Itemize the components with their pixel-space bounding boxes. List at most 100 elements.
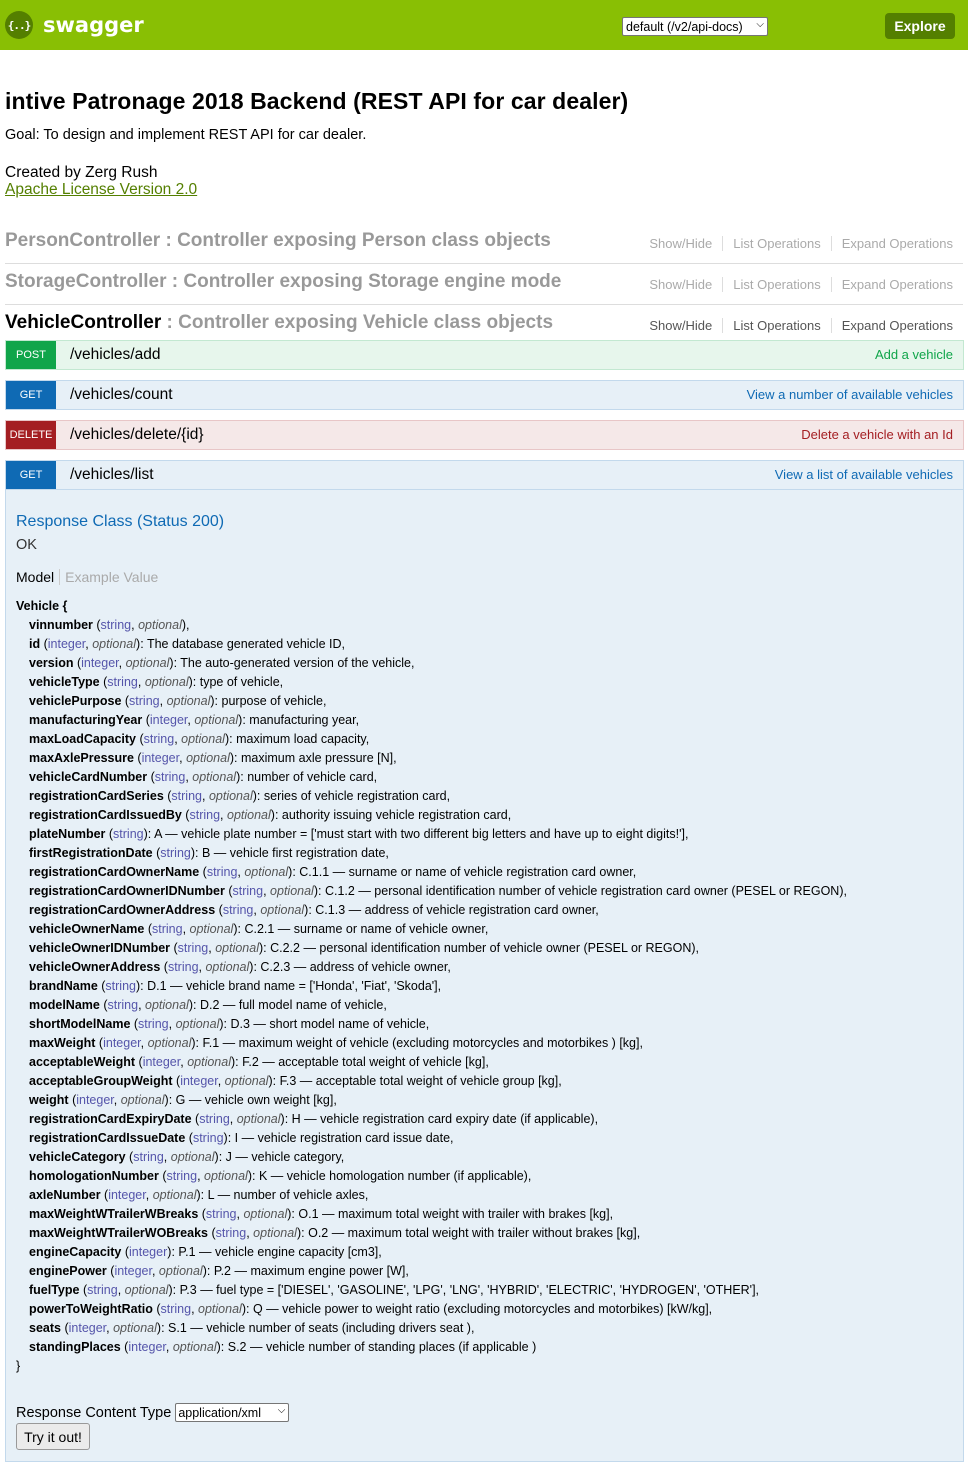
model-property: weight (integer, optional): G — vehicle … bbox=[29, 1093, 337, 1107]
response-content-type-select[interactable]: application/xml ⌵ bbox=[175, 1403, 290, 1422]
controller-description: : Controller exposing Storage engine mod… bbox=[166, 271, 562, 292]
property-name: vehicleOwnerName bbox=[29, 922, 145, 936]
expand-operations-link[interactable]: Expand Operations bbox=[832, 277, 953, 292]
http-method-badge[interactable]: DELETE bbox=[6, 421, 56, 449]
try-it-out-button[interactable]: Try it out! bbox=[16, 1423, 90, 1450]
property-description: K — vehicle homologation number (if appl… bbox=[258, 1169, 528, 1183]
property-optional: optional bbox=[208, 789, 253, 803]
operation-path[interactable]: /vehicles/count bbox=[70, 386, 173, 404]
operation-post-vehicles-add[interactable]: POST /vehicles/add Add a vehicle bbox=[5, 340, 964, 370]
http-method-badge[interactable]: POST bbox=[6, 341, 56, 369]
property-description: series of vehicle registration card bbox=[263, 789, 447, 803]
property-optional: optional bbox=[172, 1340, 217, 1354]
tab-example-value[interactable]: Example Value bbox=[60, 569, 158, 585]
property-name: firstRegistrationDate bbox=[29, 846, 153, 860]
controller-name[interactable]: StorageController bbox=[5, 271, 167, 292]
model-tabs: Model Example Value bbox=[16, 569, 158, 585]
controller-heading[interactable]: VehicleController : Controller exposing … bbox=[5, 312, 553, 334]
operation-get-vehicles-count[interactable]: GET /vehicles/count View a number of ava… bbox=[5, 380, 964, 410]
property-name: axleNumber bbox=[29, 1188, 101, 1202]
property-name: seats bbox=[29, 1321, 61, 1335]
property-optional: optional bbox=[204, 1169, 248, 1183]
swagger-logo[interactable]: {..} swagger bbox=[5, 8, 144, 42]
property-type: string bbox=[151, 922, 183, 936]
property-description: C.1.1 — surname or name of vehicle regis… bbox=[299, 865, 633, 879]
property-description: D.3 — short model name of vehicle bbox=[230, 1017, 426, 1031]
show-hide-link[interactable]: Show/Hide bbox=[639, 318, 724, 333]
property-name: registrationCardOwnerAddress bbox=[29, 903, 216, 917]
list-operations-link[interactable]: List Operations bbox=[723, 318, 832, 333]
swagger-logo-icon: {..} bbox=[5, 11, 33, 39]
operation-path[interactable]: /vehicles/add bbox=[70, 346, 160, 364]
property-type: string bbox=[215, 1226, 247, 1240]
property-name: acceptableGroupWeight bbox=[29, 1074, 173, 1088]
property-type: string bbox=[232, 884, 264, 898]
operation-summary[interactable]: View a list of available vehicles bbox=[775, 467, 953, 482]
property-description: F.3 — acceptable total weight of vehicle… bbox=[279, 1074, 559, 1088]
property-description: J — vehicle category bbox=[225, 1150, 341, 1164]
model-property: registrationCardOwnerIDNumber (string, o… bbox=[29, 884, 847, 898]
model-property: engineCapacity (integer): P.1 — vehicle … bbox=[29, 1245, 382, 1259]
controller-heading[interactable]: StorageController : Controller exposing … bbox=[5, 271, 561, 293]
list-operations-link[interactable]: List Operations bbox=[723, 277, 832, 292]
property-name: registrationCardOwnerIDNumber bbox=[29, 884, 225, 898]
api-contact: Created by Zerg Rush bbox=[5, 164, 158, 181]
operation-summary[interactable]: Add a vehicle bbox=[875, 347, 953, 362]
property-optional: optional bbox=[145, 998, 189, 1012]
http-method-badge[interactable]: GET bbox=[6, 381, 56, 409]
response-class-heading: Response Class (Status 200) bbox=[16, 513, 225, 530]
model-properties: vinnumber (string, optional), id (integer… bbox=[16, 616, 946, 1357]
property-type: string bbox=[189, 808, 221, 822]
list-operations-link[interactable]: List Operations bbox=[723, 236, 832, 251]
license-link[interactable]: Apache License Version 2.0 bbox=[5, 181, 197, 199]
http-method-badge[interactable]: GET bbox=[6, 461, 56, 489]
operation-delete-vehicle[interactable]: DELETE /vehicles/delete/{id} Delete a ve… bbox=[5, 420, 964, 450]
model-property: maxWeight (integer, optional): F.1 — max… bbox=[29, 1036, 643, 1050]
api-definition-select[interactable]: default (/v2/api-docs) ⌵ bbox=[622, 17, 768, 36]
controller-name[interactable]: VehicleController bbox=[5, 312, 161, 333]
property-description: I — vehicle registration card issue date bbox=[234, 1131, 451, 1145]
controller-name[interactable]: PersonController bbox=[5, 230, 160, 251]
controller-actions: Show/Hide List Operations Expand Operati… bbox=[639, 236, 953, 251]
show-hide-link[interactable]: Show/Hide bbox=[639, 277, 724, 292]
chevron-down-icon: ⌵ bbox=[756, 19, 764, 30]
property-name: fuelType bbox=[29, 1283, 80, 1297]
property-optional: optional bbox=[120, 1093, 165, 1107]
property-description: O.2 — maximum total weight with trailer … bbox=[308, 1226, 637, 1240]
model-property: registrationCardOwnerAddress (string, op… bbox=[29, 903, 599, 917]
response-content-type-label: Response Content Type bbox=[16, 1404, 172, 1421]
model-property: vehicleOwnerName (string, optional): C.2… bbox=[29, 922, 489, 936]
property-type: integer bbox=[141, 751, 180, 765]
explore-button[interactable]: Explore bbox=[885, 13, 955, 39]
property-description: F.2 — acceptable total weight of vehicle… bbox=[242, 1055, 486, 1069]
expand-operations-link[interactable]: Expand Operations bbox=[832, 236, 953, 251]
property-type: integer bbox=[103, 1036, 141, 1050]
property-description: A — vehicle plate number = ['must start … bbox=[154, 827, 685, 841]
model-property: registrationCardIssuedBy (string, option… bbox=[29, 808, 512, 822]
property-description: P.3 — fuel type = ['DIESEL', 'GASOLINE',… bbox=[179, 1283, 756, 1297]
property-description: F.1 — maximum weight of vehicle (excludi… bbox=[202, 1036, 640, 1050]
property-optional: optional bbox=[189, 922, 234, 936]
property-description: purpose of vehicle bbox=[221, 694, 323, 708]
controller-heading[interactable]: PersonController : Controller exposing P… bbox=[5, 230, 551, 252]
model-property: registrationCardSeries (string, optional… bbox=[29, 789, 451, 803]
controller-description: : Controller exposing Person class objec… bbox=[160, 230, 551, 251]
property-name: registrationCardOwnerName bbox=[29, 865, 200, 879]
operation-get-vehicles-list[interactable]: GET /vehicles/list View a list of availa… bbox=[5, 460, 964, 490]
property-optional: optional bbox=[175, 1017, 220, 1031]
property-name: maxWeightWTrailerWBreaks bbox=[29, 1207, 199, 1221]
property-name: maxWeightWTrailerWOBreaks bbox=[29, 1226, 208, 1240]
model-property: brandName (string): D.1 — vehicle brand … bbox=[29, 979, 442, 993]
property-type: integer bbox=[108, 1188, 146, 1202]
show-hide-link[interactable]: Show/Hide bbox=[639, 236, 724, 251]
model-property: registrationCardExpiryDate (string, opti… bbox=[29, 1112, 599, 1126]
operation-path[interactable]: /vehicles/delete/{id} bbox=[70, 426, 204, 444]
operation-path[interactable]: /vehicles/list bbox=[70, 466, 154, 484]
expand-operations-link[interactable]: Expand Operations bbox=[832, 318, 953, 333]
operation-content: Response Class (Status 200) OK Model Exa… bbox=[5, 490, 964, 1462]
tab-model[interactable]: Model bbox=[16, 569, 61, 585]
operation-summary[interactable]: Delete a vehicle with an Id bbox=[801, 427, 953, 442]
model-property: maxWeightWTrailerWOBreaks (string, optio… bbox=[29, 1226, 641, 1240]
property-type: string bbox=[87, 1283, 118, 1297]
operation-summary[interactable]: View a number of available vehicles bbox=[747, 387, 953, 402]
